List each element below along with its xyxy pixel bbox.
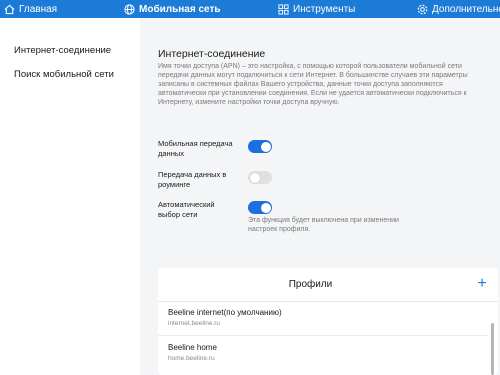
grid-icon	[278, 3, 289, 15]
toggle-knob	[260, 141, 271, 152]
profile-apn: home.beeline.ru	[168, 355, 215, 362]
nav-home-label: Главная	[19, 3, 58, 15]
sidebar: Интернет-соединение Поиск мобильной сети	[0, 18, 140, 375]
profile-name: Beeline home	[168, 343, 217, 352]
home-icon	[4, 4, 15, 15]
nav-mobile-network[interactable]: Мобильная сеть	[124, 0, 221, 18]
nav-tools-label: Инструменты	[293, 3, 356, 15]
main-content: Интернет-соединение Имя точки доступа (A…	[140, 18, 500, 375]
sidebar-item-network-search[interactable]: Поиск мобильной сети	[14, 69, 114, 80]
profile-item-home[interactable]: Beeline home home.beeline.ru	[168, 343, 468, 362]
profiles-scrollbar[interactable]	[491, 323, 494, 375]
roaming-toggle[interactable]	[248, 171, 272, 184]
auto-network-label: Автоматический выбор сети	[158, 200, 215, 219]
profiles-header: Профили +	[158, 268, 498, 302]
nav-advanced[interactable]: Дополнительно	[417, 0, 500, 18]
profile-item-default[interactable]: Beeline internet(по умолчанию) internet.…	[168, 308, 468, 327]
top-navigation: Главная Мобильная сеть Инструменты Допол…	[0, 0, 500, 18]
globe-icon	[124, 3, 135, 15]
nav-home[interactable]: Главная	[4, 0, 57, 18]
gear-icon	[417, 4, 428, 15]
auto-network-toggle[interactable]	[248, 201, 272, 214]
sidebar-item-internet-connection[interactable]: Интернет-соединение	[14, 45, 111, 56]
profile-apn: internet.beeline.ru	[168, 320, 221, 327]
mobile-data-label: Мобильная передача данных	[158, 139, 233, 158]
roaming-label: Передача данных в роуминге	[158, 170, 227, 189]
toggle-knob	[249, 172, 260, 183]
auto-network-hint: Эта функция будет выключена при изменени…	[248, 217, 399, 233]
page-title: Интернет-соединение	[158, 48, 266, 60]
nav-advanced-label: Дополнительно	[432, 3, 500, 15]
divider	[158, 335, 488, 336]
nav-mobile-network-label: Мобильная сеть	[139, 3, 221, 15]
mobile-data-toggle[interactable]	[248, 140, 272, 153]
nav-tools[interactable]: Инструменты	[278, 0, 355, 18]
profile-name: Beeline internet(по умолчанию)	[168, 308, 282, 317]
profiles-title: Профили	[288, 279, 333, 290]
apn-description: Имя точки доступа (APN) – это настройка,…	[158, 63, 468, 106]
toggle-knob	[260, 202, 271, 213]
profiles-panel: Профили + Beeline internet(по умолчанию)…	[158, 268, 498, 375]
add-profile-button[interactable]: +	[474, 276, 490, 292]
